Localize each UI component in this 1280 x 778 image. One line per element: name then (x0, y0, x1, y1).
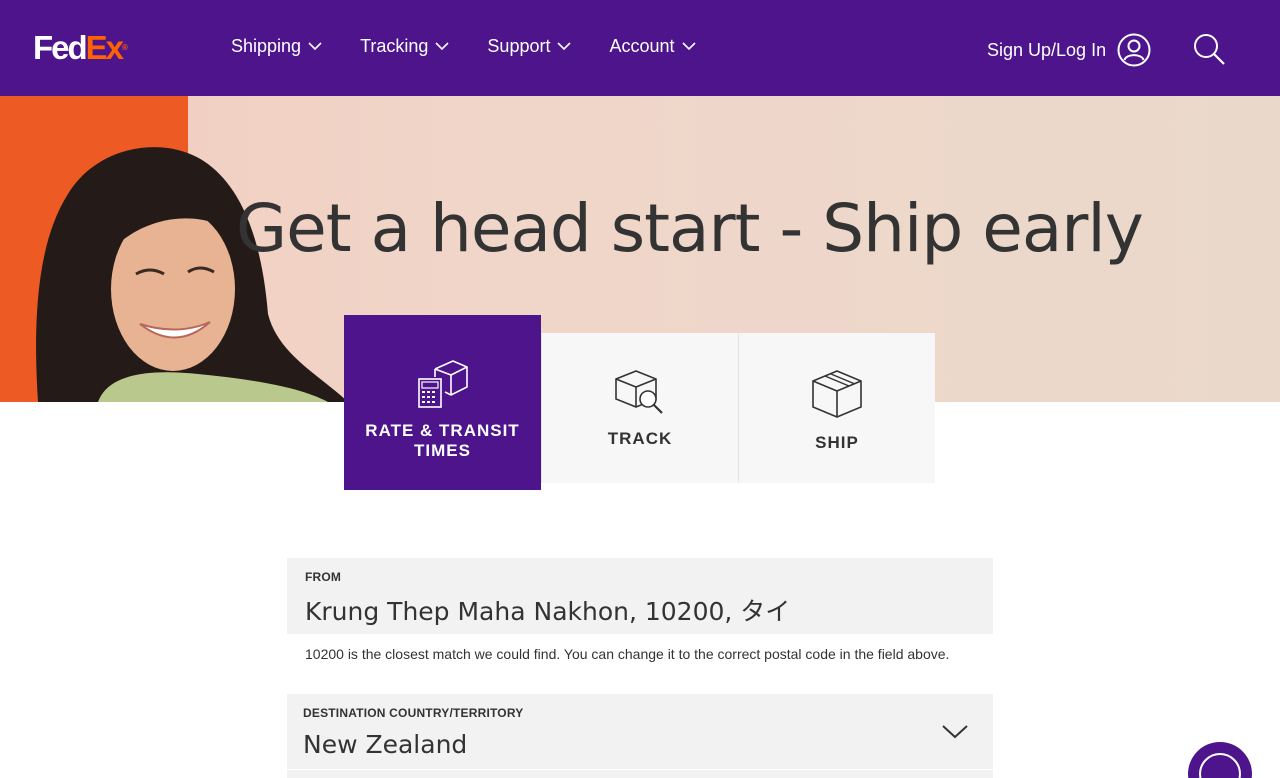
tile-ship[interactable]: SHIP (738, 333, 935, 483)
logo-registered: ® (122, 43, 128, 52)
postal-code-hint: 10200 is the closest match we could find… (305, 646, 950, 662)
search-button[interactable] (1192, 32, 1226, 71)
quick-action-tiles: RATE & TRANSIT TIMES TRACK SHIP (344, 315, 935, 490)
package-icon (812, 370, 862, 418)
box-magnifier-icon (615, 370, 663, 414)
nav-support[interactable]: Support (487, 36, 572, 57)
nav-tracking-label: Tracking (360, 36, 429, 56)
chevron-down-icon (557, 42, 572, 51)
from-field[interactable]: FROM Krung Thep Maha Nakhon, 10200, タイ (287, 558, 993, 634)
nav-tracking[interactable]: Tracking (360, 36, 449, 57)
chevron-down-icon[interactable] (942, 725, 968, 739)
next-form-field[interactable] (287, 770, 993, 778)
fedex-logo[interactable]: FedEx® (33, 30, 128, 66)
from-input[interactable]: Krung Thep Maha Nakhon, 10200, タイ (305, 592, 977, 628)
hero-title: Get a head start - Ship early (236, 190, 1144, 267)
tile-track[interactable]: TRACK (541, 333, 738, 483)
signin-label: Sign Up/Log In (987, 39, 1107, 60)
rate-quote-form: FROM Krung Thep Maha Nakhon, 10200, タイ 1… (287, 558, 993, 769)
logo-fed: Fed (33, 29, 88, 66)
top-navigation-bar: FedEx® Shipping Tracking Support Account… (0, 0, 1280, 96)
chevron-down-icon (308, 42, 322, 51)
chevron-down-icon (435, 42, 449, 51)
nav-shipping[interactable]: Shipping (231, 36, 322, 57)
nav-account[interactable]: Account (609, 36, 696, 57)
tile-rate-label: RATE & TRANSIT TIMES (365, 421, 520, 460)
chevron-down-icon (681, 42, 696, 51)
tile-track-label: TRACK (607, 429, 673, 448)
destination-label: DESTINATION COUNTRY/TERRITORY (303, 706, 524, 720)
tile-rate-transit-times[interactable]: RATE & TRANSIT TIMES (344, 315, 541, 490)
user-circle-icon (1117, 33, 1151, 67)
logo-ex: Ex (85, 29, 124, 66)
chat-assistant-button[interactable] (1188, 742, 1252, 778)
sign-up-log-in-link[interactable]: Sign Up/Log In (987, 33, 1151, 67)
destination-select[interactable]: New Zealand (303, 730, 977, 759)
destination-field[interactable]: DESTINATION COUNTRY/TERRITORY New Zealan… (287, 694, 993, 769)
chat-icon (1199, 753, 1241, 778)
nav-account-label: Account (609, 36, 675, 56)
tile-ship-label: SHIP (815, 433, 859, 452)
calculator-box-icon (417, 360, 468, 408)
nav-support-label: Support (487, 36, 551, 56)
search-icon (1194, 34, 1225, 65)
main-nav: Shipping Tracking Support Account (231, 36, 734, 57)
nav-shipping-label: Shipping (231, 36, 302, 56)
from-label: FROM (305, 570, 342, 584)
